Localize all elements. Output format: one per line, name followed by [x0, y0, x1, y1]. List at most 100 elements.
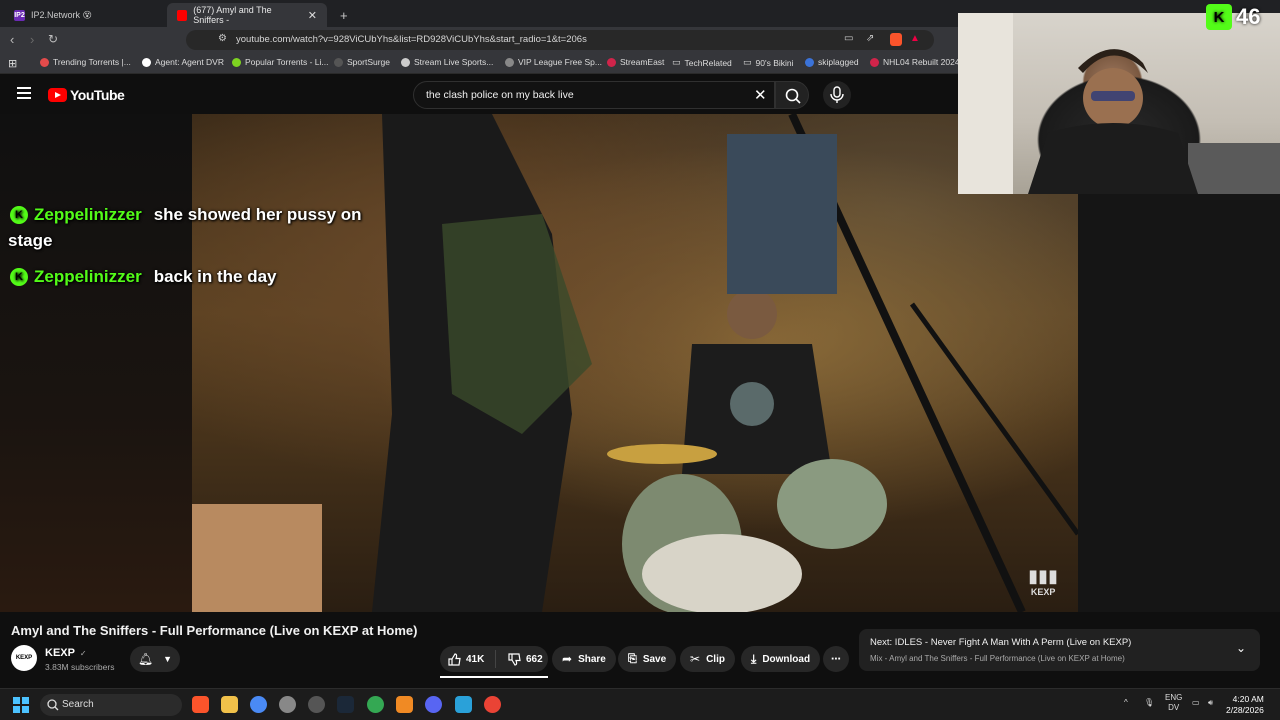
like-button[interactable]: 41K: [440, 650, 496, 668]
bookmark-item[interactable]: VIP League Free Sp...: [505, 57, 602, 67]
streamer-webcam: [958, 13, 1280, 194]
file-explorer-icon[interactable]: [221, 696, 238, 713]
apps-grid-icon[interactable]: ⊞: [8, 57, 17, 70]
bookmark-favicon-icon: [142, 57, 151, 67]
app-window-icon[interactable]: [455, 696, 472, 713]
url-text: youtube.com/watch?v=928ViCUbYhs&list=RD9…: [236, 34, 587, 45]
clip-button[interactable]: ✂ Clip: [680, 646, 735, 672]
screen-icon[interactable]: ▭: [844, 33, 853, 44]
windows-taskbar: Search ^ 🎙︎ ENG DV ▭ 🔊︎ 4:20 AM 2/28/202…: [0, 688, 1280, 720]
chevron-up-icon[interactable]: ^: [1124, 698, 1128, 707]
chat-text: she showed her pussy on: [153, 205, 362, 224]
microphone-icon: [830, 86, 844, 103]
tab-label: IP2.Network 😵: [31, 9, 92, 20]
bookmark-folder[interactable]: ▭ 90's Bikini: [743, 57, 794, 68]
youtube-play-icon: [48, 88, 67, 102]
new-tab-button[interactable]: +: [330, 3, 358, 27]
tab-label: (677) Amyl and The Sniffers -: [193, 5, 272, 25]
chevron-down-icon: ▼: [163, 654, 173, 664]
viewer-count: K 46: [1206, 4, 1260, 30]
scissors-icon: ✂: [690, 652, 701, 666]
bell-icon: 🔔︎: [137, 652, 154, 666]
search-icon: [47, 699, 59, 711]
address-bar[interactable]: ⚙ youtube.com/watch?v=928ViCUbYhs&list=R…: [186, 30, 934, 50]
search-input[interactable]: the clash police on my back live ✕: [413, 81, 775, 109]
language-indicator[interactable]: ENG DV: [1165, 693, 1182, 713]
chat-text: stage: [8, 231, 53, 250]
folder-icon: ▭: [672, 57, 681, 67]
bookmark-item[interactable]: Trending Torrents |...: [40, 57, 131, 67]
up-next-card[interactable]: Next: IDLES - Never Fight A Man With A P…: [859, 629, 1260, 671]
more-actions-button[interactable]: ⋯: [823, 646, 849, 672]
chat-message: K Zeppelinizzer back in the day: [10, 267, 277, 287]
brave-shield-icon[interactable]: [890, 33, 902, 46]
folder-icon: ▭: [743, 57, 752, 67]
bookmark-item[interactable]: NHL04 Rebuilt 2024...: [870, 57, 967, 67]
chrome-icon[interactable]: [250, 696, 267, 713]
steam-icon[interactable]: [337, 696, 354, 713]
taskbar-search[interactable]: Search: [40, 694, 182, 716]
webcam-scene: [958, 13, 1280, 194]
discord-icon[interactable]: [425, 696, 442, 713]
forward-icon[interactable]: ›: [30, 32, 34, 47]
menu-icon[interactable]: [17, 87, 31, 99]
tab-ip2network[interactable]: IP2 IP2.Network 😵: [4, 3, 164, 27]
site-settings-icon[interactable]: ⚙: [218, 33, 227, 44]
dislike-button[interactable]: 662: [502, 652, 543, 666]
thumbs-down-icon: [508, 652, 521, 666]
up-next-title: Next: IDLES - Never Fight A Man With A P…: [870, 637, 1132, 648]
bookmark-favicon-icon: [505, 57, 514, 67]
search-button[interactable]: [775, 81, 809, 109]
chrome-alt-icon[interactable]: [367, 696, 384, 713]
chat-message-continuation: stage: [8, 231, 52, 251]
monitor-icon[interactable]: ▭: [1192, 698, 1200, 707]
chat-username: Zeppelinizzer: [34, 205, 142, 224]
vlc-icon[interactable]: [396, 696, 413, 713]
bookmark-item[interactable]: StreamEast: [607, 57, 664, 67]
share-button[interactable]: ➦ Share: [552, 646, 616, 672]
video-frame[interactable]: ▮▮▮ KEXP: [192, 114, 1078, 612]
windows-start-icon[interactable]: [13, 697, 29, 713]
bookmark-item[interactable]: Agent: Agent DVR: [142, 57, 224, 67]
obs-icon[interactable]: [308, 696, 325, 713]
chevron-down-icon[interactable]: ⌄: [1236, 641, 1246, 655]
notifications-button[interactable]: 🔔︎ ▼: [130, 646, 180, 672]
app-icon[interactable]: [279, 696, 296, 713]
kexp-watermark: ▮▮▮ KEXP: [1028, 566, 1058, 597]
share-page-icon[interactable]: ⇗: [866, 33, 874, 44]
tab-youtube[interactable]: (677) Amyl and The Sniffers - ✕: [167, 3, 327, 27]
bookmark-item[interactable]: Stream Live Sports...: [401, 57, 493, 67]
youtube-favicon-icon: [177, 9, 188, 21]
bookmark-item[interactable]: Popular Torrents - Li...: [232, 57, 328, 67]
bookmark-item[interactable]: SportSurge: [334, 57, 390, 67]
video-left-fill: [0, 114, 192, 612]
channel-name[interactable]: KEXP ✓: [45, 647, 87, 659]
voice-search-button[interactable]: [823, 81, 851, 109]
share-icon: ➦: [562, 652, 573, 666]
close-tab-icon[interactable]: ✕: [308, 9, 317, 22]
back-icon[interactable]: ‹: [10, 32, 14, 47]
brave-browser-icon[interactable]: [192, 696, 209, 713]
bookmark-folder[interactable]: ▭ TechRelated: [672, 57, 732, 68]
bookmarks-bar: ⊞ Trending Torrents |... Agent: Agent DV…: [0, 53, 967, 74]
save-button[interactable]: ⎘ Save: [618, 646, 677, 672]
subscriber-count: 3.83M subscribers: [45, 662, 115, 672]
volume-icon[interactable]: 🔊︎: [1208, 698, 1213, 708]
chat-message: K Zeppelinizzer she showed her pussy on: [10, 205, 362, 225]
channel-avatar[interactable]: KEXP: [11, 645, 37, 671]
youtube-logo[interactable]: YouTube: [48, 87, 125, 103]
kick-badge-icon: K: [10, 268, 28, 286]
video-scene: [192, 114, 1078, 612]
kexp-logo-icon: ▮▮▮: [1028, 566, 1058, 586]
brave-rewards-icon[interactable]: ▲: [910, 33, 920, 44]
reload-icon[interactable]: ↻: [48, 32, 58, 46]
microphone-icon[interactable]: 🎙︎: [1144, 698, 1154, 707]
chrome-profile-icon[interactable]: [484, 696, 501, 713]
bookmark-item[interactable]: skiplagged: [805, 57, 859, 67]
download-button[interactable]: ⤓ Download: [741, 646, 821, 672]
taskbar-clock[interactable]: 4:20 AM 2/28/2026: [1226, 694, 1264, 716]
video-title: Amyl and The Sniffers - Full Performance…: [11, 623, 418, 638]
kick-badge-icon: K: [10, 206, 28, 224]
clear-search-icon[interactable]: ✕: [754, 86, 767, 104]
bookmark-favicon-icon: [40, 57, 49, 67]
